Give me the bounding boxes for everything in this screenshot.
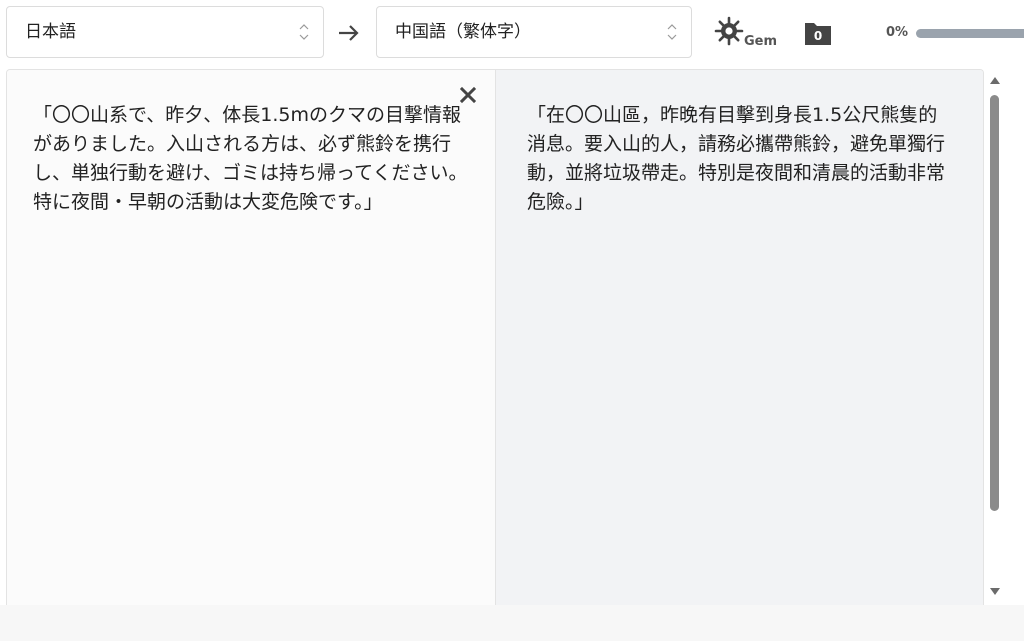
scroll-thumb[interactable] — [990, 95, 999, 511]
gem-settings-button[interactable]: Gem — [714, 16, 784, 52]
scrollbar[interactable] — [984, 69, 1006, 605]
folder-button[interactable]: 0 — [804, 20, 832, 46]
translation-panels: 「〇〇山系で、昨夕、体長1.5mのクマの目撃情報がありました。入山される方は、必… — [6, 69, 984, 605]
source-language-label: 日本語 — [25, 22, 76, 42]
chevron-up-down-icon — [667, 24, 677, 40]
scroll-down-arrow-icon[interactable] — [989, 587, 1001, 597]
progress-percent: 0% — [886, 25, 909, 40]
progress-bar — [916, 29, 1024, 38]
source-text-panel[interactable]: 「〇〇山系で、昨夕、体長1.5mのクマの目撃情報がありました。入山される方は、必… — [7, 70, 496, 605]
bottom-area — [0, 605, 1024, 641]
chevron-up-down-icon — [299, 24, 309, 40]
scroll-up-arrow-icon[interactable] — [989, 75, 1001, 85]
source-text[interactable]: 「〇〇山系で、昨夕、体長1.5mのクマの目撃情報がありました。入山される方は、必… — [33, 101, 469, 217]
toolbar: 日本語 中国語（繁体字） Gem 0 0% — [0, 0, 1024, 68]
target-language-label: 中国語（繁体字） — [395, 22, 531, 42]
gem-label: Gem — [744, 34, 778, 49]
gear-icon — [714, 16, 744, 46]
close-icon[interactable] — [459, 86, 477, 104]
folder-count: 0 — [813, 29, 823, 43]
source-language-select[interactable]: 日本語 — [6, 6, 324, 58]
target-language-select[interactable]: 中国語（繁体字） — [376, 6, 692, 58]
arrow-right-icon[interactable] — [336, 20, 362, 46]
translated-text: 「在〇〇山區，昨晚有目擊到身長1.5公尺熊隻的消息。要入山的人，請務必攜帶熊鈴，… — [527, 104, 946, 213]
target-text-panel: 「在〇〇山區，昨晚有目擊到身長1.5公尺熊隻的消息。要入山的人，請務必攜帶熊鈴，… — [496, 70, 983, 605]
